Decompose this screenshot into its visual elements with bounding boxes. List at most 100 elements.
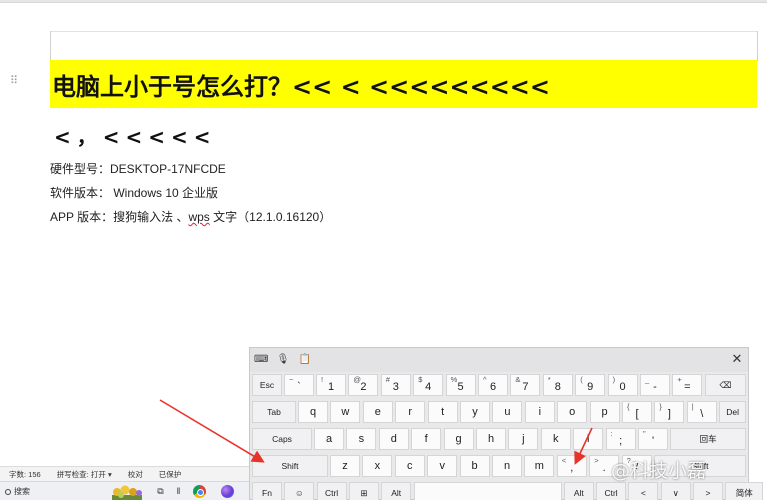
key-5[interactable]: % 5	[445, 374, 476, 396]
key-down-arrow[interactable]: ∨	[660, 482, 691, 500]
key-label: w	[341, 406, 350, 418]
key-label: Del	[726, 407, 739, 417]
key-label: .	[602, 462, 606, 474]
key-secondary-label: >	[594, 456, 599, 465]
key-label: 4	[425, 381, 432, 393]
key-enter[interactable]: 回车	[670, 428, 746, 450]
key-o[interactable]: o	[557, 401, 588, 423]
key-label: ∨	[672, 488, 679, 498]
key-m[interactable]: m	[524, 455, 555, 477]
clipboard-icon[interactable]: 📋	[298, 353, 312, 366]
key-right-arrow[interactable]: >	[693, 482, 723, 500]
keyboard-close-icon[interactable]: ✕	[730, 352, 744, 366]
key-y[interactable]: y	[460, 401, 490, 423]
key-j[interactable]: j	[508, 428, 539, 450]
key-z[interactable]: z	[330, 455, 360, 477]
key-f[interactable]: f	[411, 428, 442, 450]
key-1[interactable]: ! 1	[316, 374, 346, 396]
key-p[interactable]: p	[589, 401, 620, 423]
key-r[interactable]: r	[395, 401, 426, 423]
key-semicolon[interactable]: :;	[605, 428, 636, 450]
key-q[interactable]: q	[298, 401, 328, 423]
key-n[interactable]: n	[492, 455, 522, 477]
key-0[interactable]: ) 0	[607, 374, 638, 396]
key-secondary-label: _	[645, 375, 650, 384]
key-ctrl-right[interactable]: Ctrl	[596, 482, 627, 500]
key-backtick[interactable]: ~ `	[284, 374, 314, 396]
key-s[interactable]: s	[346, 428, 377, 450]
key-g[interactable]: g	[443, 428, 474, 450]
key-a[interactable]: a	[314, 428, 344, 450]
key-v[interactable]: v	[427, 455, 458, 477]
key-label: ⌫	[719, 380, 732, 390]
key-t[interactable]: t	[427, 401, 458, 423]
key-2[interactable]: @2	[348, 374, 379, 396]
key-windows[interactable]: ⊞	[348, 482, 379, 500]
key-e[interactable]: e	[362, 401, 393, 423]
key-h[interactable]: h	[476, 428, 506, 450]
key-tab[interactable]: Tab	[252, 401, 296, 423]
key-u[interactable]: u	[492, 401, 523, 423]
proofread-button[interactable]: 校对	[128, 469, 143, 480]
key-7[interactable]: & 7	[510, 374, 541, 396]
keyboard-settings-icon[interactable]: ⌨	[254, 353, 268, 366]
key-label: y	[472, 406, 478, 418]
key-4[interactable]: $4	[413, 374, 444, 396]
key-k[interactable]: k	[540, 428, 571, 450]
key-label: Shift	[281, 461, 299, 471]
chrome-icon[interactable]	[193, 485, 206, 498]
key-9[interactable]: (9	[575, 374, 606, 396]
document-body[interactable]: 电脑上小于号怎么打？<< < <<<<<<<<< <，<<<<< 硬件型号：DE…	[50, 60, 757, 229]
key-left-arrow[interactable]: <	[628, 482, 659, 500]
key-open-bracket[interactable]: {[	[622, 401, 652, 423]
key-label: 2	[360, 381, 367, 393]
key-comma[interactable]: <,	[556, 455, 587, 477]
key-backspace[interactable]: ⌫	[704, 374, 746, 396]
task-view-icon[interactable]: ⧉	[154, 485, 167, 498]
key-label: -	[653, 381, 657, 393]
key-b[interactable]: b	[459, 455, 490, 477]
key-d[interactable]: d	[378, 428, 409, 450]
key-space[interactable]	[413, 482, 562, 500]
key-label: >	[705, 488, 711, 498]
key-c[interactable]: c	[394, 455, 425, 477]
key-alt-right[interactable]: Alt	[563, 482, 594, 500]
spell-check-toggle[interactable]: 拼写检查: 打开 ▾	[57, 469, 112, 480]
protected-status: 已保护	[158, 469, 182, 479]
paragraph-drag-handle-icon[interactable]: ⠿	[10, 76, 20, 92]
key-caps[interactable]: Caps	[252, 428, 312, 450]
app-launcher-icon[interactable]	[221, 485, 234, 498]
key-shift-left[interactable]: Shift	[252, 455, 328, 477]
key-secondary-label: ~	[289, 375, 294, 384]
key-esc[interactable]: Esc	[252, 374, 282, 396]
key-x[interactable]: x	[362, 455, 393, 477]
key-emoji[interactable]: ☺	[284, 482, 315, 500]
watermark: @科技小磊	[611, 460, 707, 482]
key-secondary-label: ^	[483, 375, 487, 384]
key-8[interactable]: * 8	[542, 374, 573, 396]
key-l[interactable]: l	[573, 428, 604, 450]
taskbar-search[interactable]: 搜索	[5, 486, 30, 497]
key-secondary-label: :	[610, 429, 613, 438]
key-fn[interactable]: Fn	[252, 482, 282, 500]
key-i[interactable]: i	[524, 401, 555, 423]
key-3[interactable]: #3	[380, 374, 411, 396]
key-quote[interactable]: " '	[638, 428, 668, 450]
microphone-icon[interactable]: 🎙	[276, 353, 290, 366]
word-count[interactable]: 字数: 156	[9, 469, 41, 480]
page-margin-guide-top	[50, 31, 757, 32]
key-alt[interactable]: Alt	[381, 482, 412, 500]
key-equals[interactable]: + =	[672, 374, 703, 396]
key-label: d	[390, 433, 397, 445]
key-6[interactable]: ^ 6	[478, 374, 508, 396]
key-label: ,	[570, 462, 574, 474]
key-backslash[interactable]: | \	[686, 401, 717, 423]
key-w[interactable]: w	[330, 401, 361, 423]
key-del[interactable]: Del	[719, 401, 746, 423]
key-language-simplified[interactable]: 简体	[725, 482, 764, 500]
key-close-bracket[interactable]: }]	[654, 401, 685, 423]
key-ctrl[interactable]: Ctrl	[316, 482, 347, 500]
key-minus[interactable]: _ -	[640, 374, 670, 396]
app-version-prefix: APP 版本：搜狗输入法 、	[50, 210, 189, 224]
spellcheck-flagged-word[interactable]: wps	[188, 210, 209, 224]
